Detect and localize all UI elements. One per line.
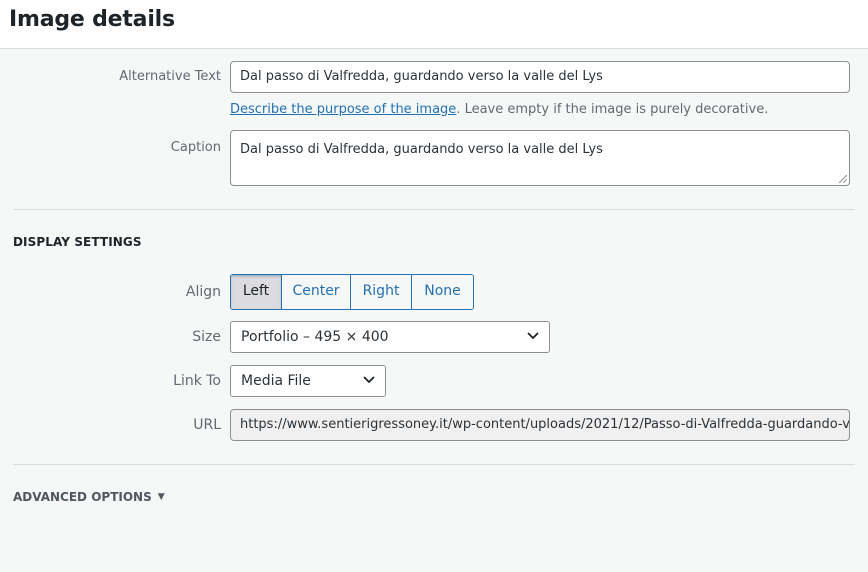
url-value: https://www.sentierigressoney.it/wp-cont… xyxy=(240,417,850,432)
divider xyxy=(13,464,855,465)
alt-text-value: Dal passo di Valfredda, guardando verso … xyxy=(240,69,603,84)
align-right-button[interactable]: Right xyxy=(351,275,412,309)
link-to-label: Link To xyxy=(173,373,221,389)
caption-value: Dal passo di Valfredda, guardando verso … xyxy=(240,142,603,157)
display-settings-heading: DISPLAY SETTINGS xyxy=(13,235,142,249)
divider xyxy=(13,209,855,210)
page-title: Image details xyxy=(9,7,175,32)
url-input[interactable]: https://www.sentierigressoney.it/wp-cont… xyxy=(230,409,850,441)
link-to-value: Media File xyxy=(241,373,311,389)
align-center-button[interactable]: Center xyxy=(282,275,351,309)
resize-grip-icon[interactable] xyxy=(839,175,847,183)
alt-text-help: Describe the purpose of the image. Leave… xyxy=(230,102,768,117)
size-value: Portfolio – 495 × 400 xyxy=(241,329,389,345)
link-to-select[interactable]: Media File xyxy=(230,365,386,397)
advanced-options-toggle[interactable]: ADVANCED OPTIONS ▼ xyxy=(13,490,165,504)
size-label: Size xyxy=(192,329,221,345)
align-none-button[interactable]: None xyxy=(412,275,473,309)
describe-purpose-link[interactable]: Describe the purpose of the image xyxy=(230,102,456,117)
advanced-options-label: ADVANCED OPTIONS xyxy=(13,490,152,504)
chevron-down-icon xyxy=(363,376,375,384)
chevron-down-icon xyxy=(527,332,539,340)
align-button-group: Left Center Right None xyxy=(230,274,474,310)
alt-text-help-text: . Leave empty if the image is purely dec… xyxy=(456,102,769,117)
header-bar: Image details xyxy=(0,0,868,49)
alt-text-label: Alternative Text xyxy=(119,69,221,84)
caption-textarea[interactable]: Dal passo di Valfredda, guardando verso … xyxy=(230,130,850,186)
align-left-button[interactable]: Left xyxy=(231,275,282,309)
size-select[interactable]: Portfolio – 495 × 400 xyxy=(230,321,550,353)
url-label: URL xyxy=(193,417,221,433)
align-label: Align xyxy=(185,284,221,300)
triangle-down-icon: ▼ xyxy=(157,492,165,502)
alt-text-input[interactable]: Dal passo di Valfredda, guardando verso … xyxy=(230,61,850,93)
caption-label: Caption xyxy=(170,140,221,155)
